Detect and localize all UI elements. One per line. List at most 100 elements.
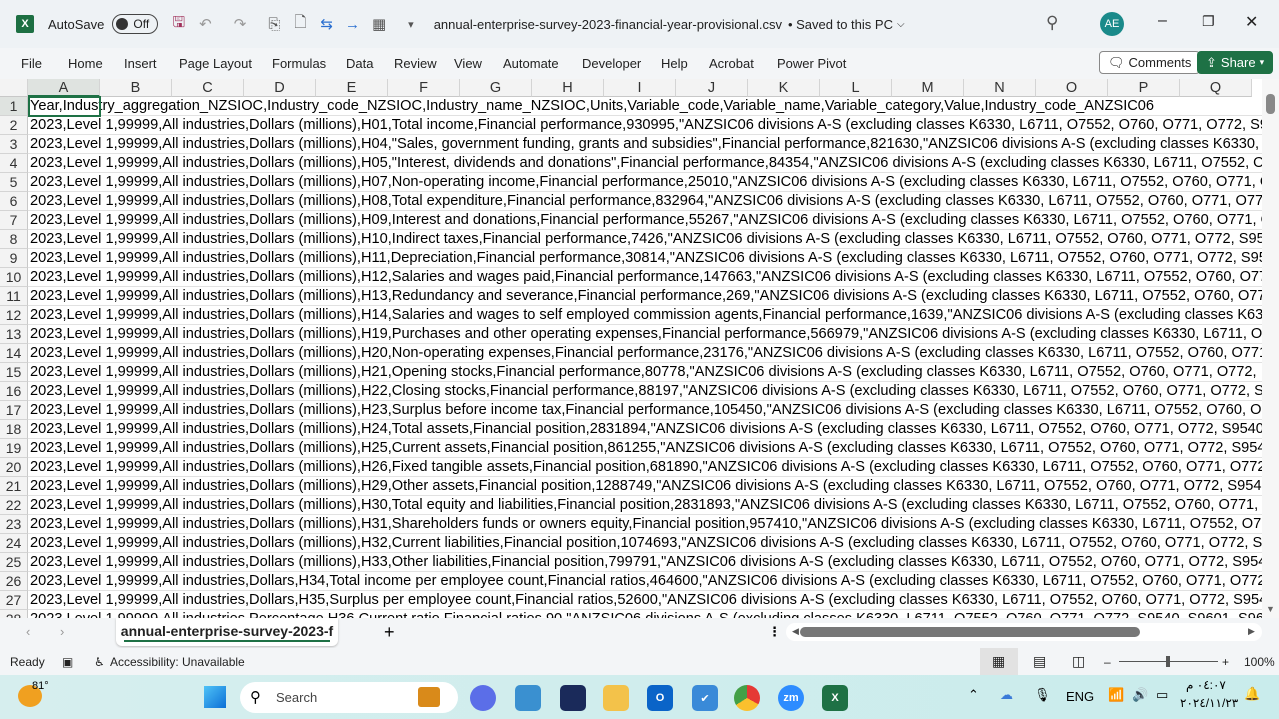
- column-header-O[interactable]: O: [1036, 79, 1108, 97]
- tab-automate[interactable]: Automate: [503, 56, 559, 71]
- table-format-icon[interactable]: ▦: [372, 15, 386, 33]
- clock-time[interactable]: ٠٤:٠٧ م: [1186, 678, 1226, 692]
- close-icon[interactable]: ✕: [1245, 12, 1258, 32]
- table-row[interactable]: 2023,Level 1,99999,All industries,Dollar…: [28, 553, 1262, 572]
- column-header-M[interactable]: M: [892, 79, 964, 97]
- customize-toolbar-icon[interactable]: ▾: [408, 18, 414, 31]
- tab-review[interactable]: Review: [394, 56, 437, 71]
- comments-button[interactable]: 🗨 Comments: [1099, 51, 1201, 74]
- windows-start-icon[interactable]: [204, 686, 226, 708]
- table-row[interactable]: 2023,Level 1,99999,All industries,Dollar…: [28, 439, 1262, 458]
- macro-record-icon[interactable]: ▣: [62, 655, 73, 669]
- onedrive-icon[interactable]: ☁: [1000, 687, 1013, 703]
- redo-icon[interactable]: ↷: [234, 15, 247, 33]
- sheet-tab-active[interactable]: annual-enterprise-survey-2023-f: [116, 618, 338, 646]
- column-header-Q[interactable]: Q: [1180, 79, 1252, 97]
- row-header[interactable]: 2: [0, 116, 28, 135]
- volume-icon[interactable]: 🔊: [1132, 687, 1148, 703]
- search-icon[interactable]: ⚲: [1046, 13, 1058, 33]
- language-indicator[interactable]: ENG: [1066, 689, 1094, 704]
- table-row[interactable]: 2023,Level 1,99999,All industries,Dollar…: [28, 287, 1262, 306]
- zoom-out-button[interactable]: –: [1104, 655, 1111, 669]
- column-header-J[interactable]: J: [676, 79, 748, 97]
- table-row[interactable]: 2023,Level 1,99999,All industries,Dollar…: [28, 135, 1262, 154]
- row-header[interactable]: 23: [0, 515, 28, 534]
- page-break-view-icon[interactable]: ◫: [1072, 653, 1085, 670]
- table-row[interactable]: Year,Industry_aggregation_NZSIOC,Industr…: [28, 97, 1262, 116]
- table-row[interactable]: 2023,Level 1,99999,All industries,Percen…: [28, 610, 1262, 618]
- outlook-icon[interactable]: O: [647, 685, 673, 711]
- normal-view-icon[interactable]: ▦: [992, 653, 1005, 670]
- row-header[interactable]: 24: [0, 534, 28, 553]
- select-all-corner[interactable]: [0, 79, 28, 97]
- selected-cell-A1[interactable]: [28, 96, 101, 117]
- tab-insert[interactable]: Insert: [124, 56, 157, 71]
- row-header[interactable]: 19: [0, 439, 28, 458]
- scroll-right-icon[interactable]: ▶: [1248, 626, 1255, 637]
- file-name[interactable]: annual-enterprise-survey-2023-financial-…: [434, 17, 782, 32]
- table-row[interactable]: 2023,Level 1,99999,All industries,Dollar…: [28, 268, 1262, 287]
- row-header[interactable]: 7: [0, 211, 28, 230]
- row-header[interactable]: 22: [0, 496, 28, 515]
- tab-home[interactable]: Home: [68, 56, 103, 71]
- sort-icon[interactable]: ⇆: [320, 15, 333, 33]
- zoom-slider-thumb[interactable]: [1166, 656, 1170, 667]
- table-row[interactable]: 2023,Level 1,99999,All industries,Dollar…: [28, 382, 1262, 401]
- restore-icon[interactable]: ❐: [1202, 13, 1215, 30]
- table-row[interactable]: 2023,Level 1,99999,All industries,Dollar…: [28, 325, 1262, 344]
- clock-date[interactable]: ٢٠٢٤/١١/٢٣: [1180, 696, 1238, 710]
- arrow-right-icon[interactable]: →: [345, 16, 360, 33]
- table-row[interactable]: 2023,Level 1,99999,All industries,Dollar…: [28, 401, 1262, 420]
- table-row[interactable]: 2023,Level 1,99999,All industries,Dollar…: [28, 211, 1262, 230]
- column-header-H[interactable]: H: [532, 79, 604, 97]
- table-row[interactable]: 2023,Level 1,99999,All industries,Dollar…: [28, 192, 1262, 211]
- row-header[interactable]: 5: [0, 173, 28, 192]
- next-sheet-icon[interactable]: ›: [60, 624, 64, 639]
- row-header[interactable]: 16: [0, 382, 28, 401]
- row-header[interactable]: 12: [0, 306, 28, 325]
- show-hidden-icons[interactable]: ⌃: [968, 687, 979, 703]
- row-header[interactable]: 8: [0, 230, 28, 249]
- tab-help[interactable]: Help: [661, 56, 688, 71]
- battery-icon[interactable]: ▭: [1156, 687, 1168, 703]
- prev-sheet-icon[interactable]: ‹: [26, 624, 30, 639]
- scroll-thumb[interactable]: [1266, 94, 1275, 114]
- table-row[interactable]: 2023,Level 1,99999,All industries,Dollar…: [28, 420, 1262, 439]
- table-row[interactable]: 2023,Level 1,99999,All industries,Dollar…: [28, 591, 1262, 610]
- save-status[interactable]: • Saved to this PC: [788, 17, 893, 32]
- h-scroll-thumb[interactable]: [800, 627, 1140, 637]
- copy-icon[interactable]: ⎘: [268, 16, 280, 33]
- row-header[interactable]: 18: [0, 420, 28, 439]
- tab-power-pivot[interactable]: Power Pivot: [777, 56, 846, 71]
- tab-acrobat[interactable]: Acrobat: [709, 56, 754, 71]
- file-explorer-icon[interactable]: [603, 685, 629, 711]
- table-row[interactable]: 2023,Level 1,99999,All industries,Dollar…: [28, 515, 1262, 534]
- new-file-icon[interactable]: 🗋: [294, 12, 306, 37]
- table-row[interactable]: 2023,Level 1,99999,All industries,Dollar…: [28, 344, 1262, 363]
- horizontal-scrollbar[interactable]: ◀ ▶: [786, 623, 1262, 641]
- table-row[interactable]: 2023,Level 1,99999,All industries,Dollar…: [28, 534, 1262, 553]
- zoom-level[interactable]: 100%: [1244, 655, 1275, 669]
- row-header[interactable]: 10: [0, 268, 28, 287]
- tab-page-layout[interactable]: Page Layout: [179, 56, 252, 71]
- vertical-scrollbar[interactable]: ▲ ▼: [1262, 79, 1279, 618]
- table-row[interactable]: 2023,Level 1,99999,All industries,Dollar…: [28, 173, 1262, 192]
- microphone-icon[interactable]: 🎙: [1034, 687, 1051, 703]
- share-button[interactable]: ⇪ Share ▾: [1197, 51, 1274, 74]
- notification-bell-icon[interactable]: 🔔: [1244, 686, 1260, 702]
- table-row[interactable]: 2023,Level 1,99999,All industries,Dollar…: [28, 496, 1262, 515]
- table-row[interactable]: 2023,Level 1,99999,All industries,Dollar…: [28, 230, 1262, 249]
- wifi-icon[interactable]: 📶: [1108, 687, 1124, 703]
- row-header[interactable]: 25: [0, 553, 28, 572]
- row-header[interactable]: 11: [0, 287, 28, 306]
- tab-developer[interactable]: Developer: [582, 56, 641, 71]
- column-header-N[interactable]: N: [964, 79, 1036, 97]
- more-options-icon[interactable]: ⋮: [768, 624, 781, 640]
- scroll-left-icon[interactable]: ◀: [792, 626, 799, 637]
- table-row[interactable]: 2023,Level 1,99999,All industries,Dollar…: [28, 458, 1262, 477]
- save-icon[interactable]: 🖫: [172, 12, 185, 37]
- column-header-P[interactable]: P: [1108, 79, 1180, 97]
- tab-view[interactable]: View: [454, 56, 482, 71]
- add-sheet-button[interactable]: +: [384, 622, 395, 643]
- tab-file[interactable]: File: [21, 56, 42, 71]
